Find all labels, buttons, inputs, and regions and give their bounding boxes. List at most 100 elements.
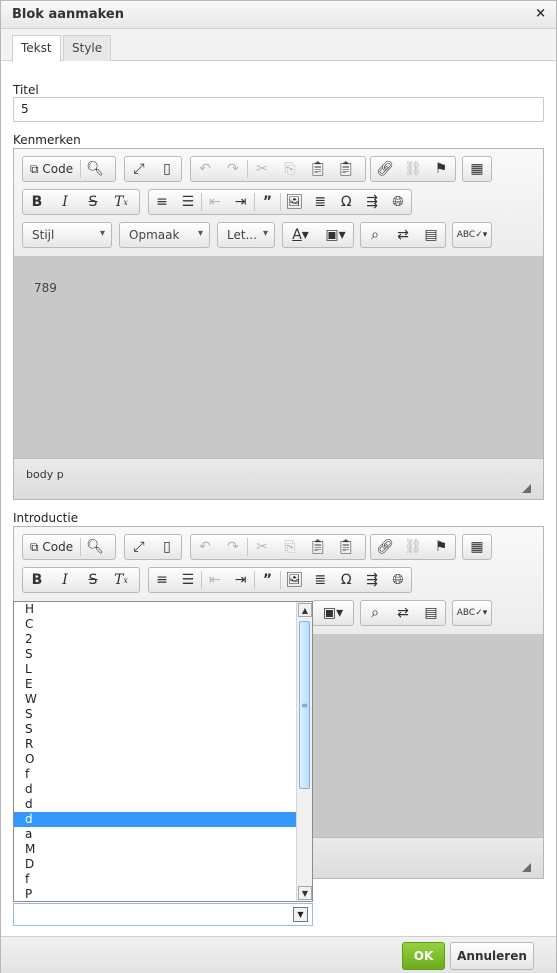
dropdown-option[interactable]: E — [14, 677, 296, 692]
horizontal-rule-icon[interactable]: ≣ — [307, 190, 333, 214]
tab-tekst[interactable]: Tekst — [12, 35, 61, 62]
copy-icon[interactable]: ⎘ — [276, 157, 304, 181]
resize-grip-icon[interactable] — [522, 484, 531, 493]
image-icon[interactable]: 🖼︎ — [281, 568, 307, 592]
image-icon[interactable]: 🖼︎ — [281, 190, 307, 214]
element-path[interactable]: body p — [26, 468, 64, 481]
bg-color-icon[interactable]: ▣▾ — [313, 601, 353, 625]
select-all-icon[interactable]: ▤ — [417, 601, 445, 625]
bold-icon[interactable]: B — [23, 190, 51, 214]
dropdown-option[interactable]: S — [14, 707, 296, 722]
scroll-up-icon[interactable]: ▲ — [298, 603, 312, 617]
select-field[interactable]: ▼ — [13, 903, 313, 926]
dropdown-option[interactable]: M — [14, 842, 296, 857]
redo-icon[interactable]: ↷ — [219, 157, 247, 181]
italic-icon[interactable]: I — [51, 190, 79, 214]
dropdown-option[interactable]: d — [14, 797, 296, 812]
remove-format-icon[interactable]: Tx — [107, 190, 135, 214]
link-icon[interactable]: 🔗︎ — [371, 535, 399, 559]
show-blocks-icon[interactable]: ▯ — [153, 535, 181, 559]
maximize-icon[interactable]: ⤢ — [125, 157, 153, 181]
dropdown-option[interactable]: S — [14, 722, 296, 737]
find-icon[interactable]: ⌕ — [361, 601, 389, 625]
dropdown-option[interactable]: H — [14, 602, 296, 617]
title-input[interactable]: 5 — [13, 97, 544, 122]
preview-icon[interactable]: 🔍︎ — [81, 535, 109, 559]
globe-icon[interactable]: 🌐︎ — [385, 190, 411, 214]
copy-icon[interactable]: ⎘ — [276, 535, 304, 559]
paste-icon[interactable]: 📋︎ — [304, 535, 332, 559]
blockquote-icon[interactable]: ” — [255, 568, 281, 592]
resize-grip-icon[interactable] — [522, 863, 531, 872]
dropdown-option[interactable]: d — [14, 812, 296, 827]
find-icon[interactable]: ⌕ — [361, 223, 389, 247]
anchor-flag-icon[interactable]: ⚑ — [427, 535, 455, 559]
paste-icon[interactable]: 📋︎ — [304, 157, 332, 181]
remove-format-icon[interactable]: Tx — [107, 568, 135, 592]
source-code-button[interactable]: ⧉ Code — [23, 535, 80, 559]
dropdown-option[interactable]: f — [14, 872, 296, 887]
bold-icon[interactable]: B — [23, 568, 51, 592]
bulleted-list-icon[interactable]: ☰ — [175, 568, 201, 592]
font-combo[interactable]: Let... ▾ — [217, 222, 275, 248]
preview-icon[interactable]: 🔍︎ — [81, 157, 109, 181]
page-break-icon[interactable]: ⇶ — [359, 568, 385, 592]
dropdown-list[interactable]: HC2SLEWSSROfdddaMDfP ▲ ≡ ▼ — [13, 601, 313, 902]
dropdown-option[interactable]: f — [14, 767, 296, 782]
paste-text-icon[interactable]: 📋︎ — [332, 157, 360, 181]
replace-icon[interactable]: ⇄ — [389, 223, 417, 247]
template-icon[interactable]: ▦ — [463, 157, 491, 181]
unlink-icon[interactable]: ⛓ — [399, 535, 427, 559]
redo-icon[interactable]: ↷ — [219, 535, 247, 559]
indent-icon[interactable]: ⇥ — [228, 568, 254, 592]
close-icon[interactable]: × — [535, 6, 546, 21]
template-icon[interactable]: ▦ — [463, 535, 491, 559]
dropdown-option[interactable]: L — [14, 662, 296, 677]
horizontal-rule-icon[interactable]: ≣ — [307, 568, 333, 592]
italic-icon[interactable]: I — [51, 568, 79, 592]
spellcheck-icon[interactable]: ABC✓▾ — [453, 601, 491, 625]
spellcheck-icon[interactable]: ABC✓▾ — [453, 223, 491, 247]
strikethrough-icon[interactable]: S — [79, 190, 107, 214]
dropdown-option[interactable]: a — [14, 827, 296, 842]
special-char-icon[interactable]: Ω — [333, 190, 359, 214]
undo-icon[interactable]: ↶ — [191, 535, 219, 559]
dropdown-option[interactable]: D — [14, 857, 296, 872]
scrollbar[interactable]: ▲ ≡ ▼ — [296, 602, 312, 901]
unlink-icon[interactable]: ⛓ — [399, 157, 427, 181]
numbered-list-icon[interactable]: ≡ — [149, 190, 175, 214]
cancel-button[interactable]: Annuleren — [450, 942, 534, 970]
blockquote-icon[interactable]: ” — [255, 190, 281, 214]
dropdown-option[interactable]: 2 — [14, 632, 296, 647]
outdent-icon[interactable]: ⇤ — [202, 190, 228, 214]
anchor-flag-icon[interactable]: ⚑ — [427, 157, 455, 181]
source-code-button[interactable]: ⧉ Code — [23, 157, 80, 181]
dropdown-option[interactable]: O — [14, 752, 296, 767]
dropdown-option[interactable]: d — [14, 782, 296, 797]
dropdown-option[interactable]: C — [14, 617, 296, 632]
indent-icon[interactable]: ⇥ — [228, 190, 254, 214]
replace-icon[interactable]: ⇄ — [389, 601, 417, 625]
strikethrough-icon[interactable]: S — [79, 568, 107, 592]
cut-icon[interactable]: ✂ — [248, 157, 276, 181]
dropdown-option[interactable]: W — [14, 692, 296, 707]
show-blocks-icon[interactable]: ▯ — [153, 157, 181, 181]
bg-color-icon[interactable]: ▣▾ — [318, 223, 353, 247]
maximize-icon[interactable]: ⤢ — [125, 535, 153, 559]
numbered-list-icon[interactable]: ≡ — [149, 568, 175, 592]
format-combo[interactable]: Opmaak ▾ — [119, 222, 210, 248]
scroll-thumb[interactable]: ≡ — [299, 621, 310, 789]
dropdown-option[interactable]: P — [14, 887, 296, 901]
undo-icon[interactable]: ↶ — [191, 157, 219, 181]
scroll-down-icon[interactable]: ▼ — [298, 886, 312, 900]
editor-content[interactable]: 789 — [14, 257, 543, 459]
outdent-icon[interactable]: ⇤ — [202, 568, 228, 592]
dropdown-option[interactable]: R — [14, 737, 296, 752]
page-break-icon[interactable]: ⇶ — [359, 190, 385, 214]
ok-button[interactable]: OK — [402, 942, 445, 970]
dropdown-option[interactable]: S — [14, 647, 296, 662]
tab-style[interactable]: Style — [63, 35, 112, 61]
chevron-down-icon[interactable]: ▼ — [293, 907, 308, 922]
cut-icon[interactable]: ✂ — [248, 535, 276, 559]
link-icon[interactable]: 🔗︎ — [371, 157, 399, 181]
